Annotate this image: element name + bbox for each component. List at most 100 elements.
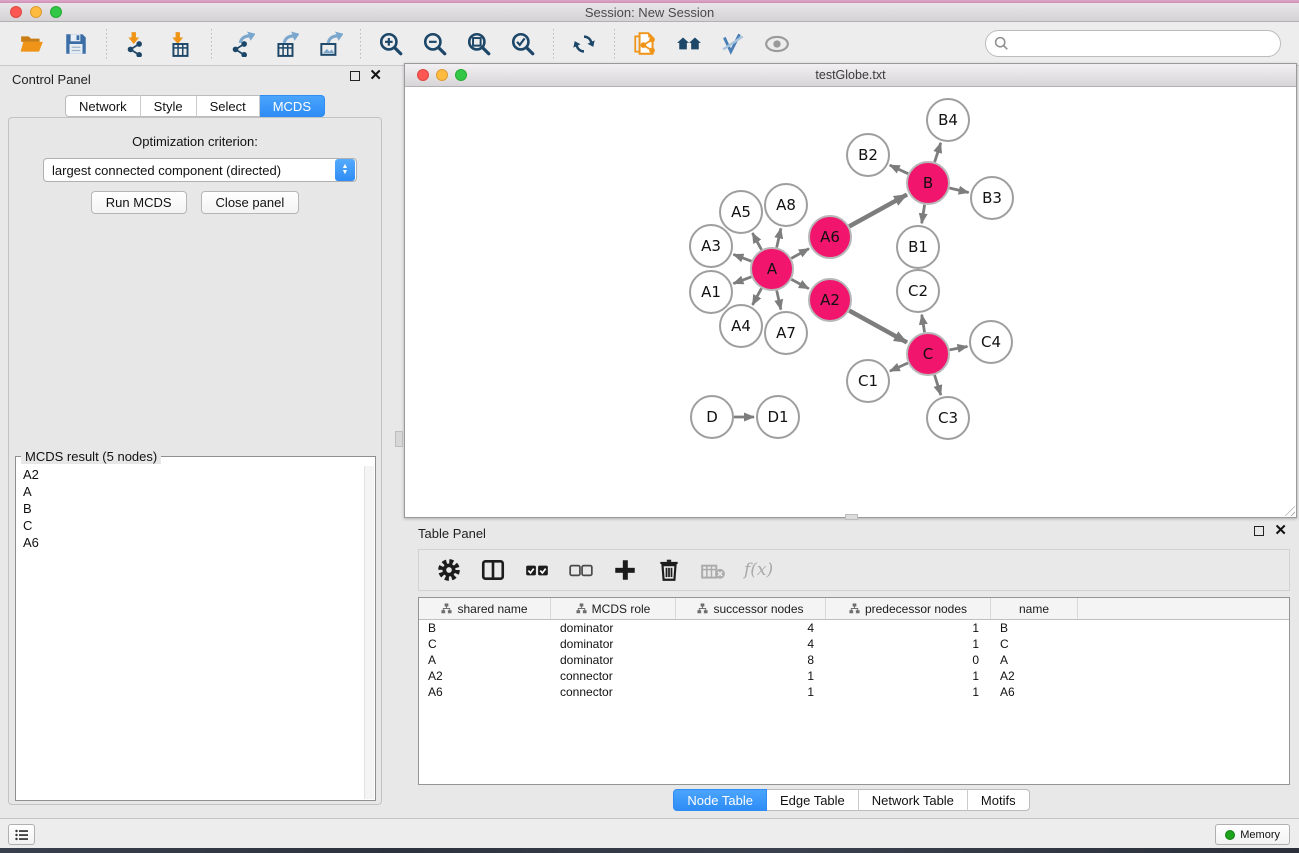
- column-header[interactable]: name: [991, 598, 1078, 619]
- network-node-C1[interactable]: C1: [847, 360, 889, 402]
- table-cell[interactable]: A2: [991, 669, 1078, 683]
- column-header[interactable]: predecessor nodes: [826, 598, 991, 619]
- mcds-result-item[interactable]: A6: [17, 534, 364, 551]
- network-node-A4[interactable]: A4: [720, 305, 762, 347]
- column-header[interactable]: shared name: [419, 598, 551, 619]
- divider-thumb-bottom[interactable]: [845, 514, 858, 520]
- add-button[interactable]: [612, 557, 638, 583]
- network-edge[interactable]: [849, 311, 907, 343]
- refresh-button[interactable]: [569, 29, 599, 59]
- network-window-titlebar[interactable]: testGlobe.txt: [405, 64, 1296, 87]
- import-network-button[interactable]: [122, 29, 152, 59]
- table-cell[interactable]: 1: [826, 685, 991, 699]
- close-panel-icon[interactable]: ✕: [369, 71, 382, 81]
- network-node-A7[interactable]: A7: [765, 312, 807, 354]
- network-node-B4[interactable]: B4: [927, 99, 969, 141]
- open-network-file-button[interactable]: [630, 29, 660, 59]
- table-row[interactable]: Cdominator41C: [419, 636, 1289, 652]
- table-cell[interactable]: 4: [676, 621, 826, 635]
- hide-selected-button[interactable]: [718, 29, 748, 59]
- mcds-result-item[interactable]: A: [17, 483, 364, 500]
- mcds-list-scrollbar[interactable]: [364, 466, 374, 799]
- deselect-all-button[interactable]: [568, 557, 594, 583]
- network-node-A5[interactable]: A5: [720, 191, 762, 233]
- network-edge[interactable]: [890, 363, 908, 371]
- network-node-A8[interactable]: A8: [765, 184, 807, 226]
- divider-thumb-left[interactable]: [395, 431, 403, 447]
- mcds-result-item[interactable]: C: [17, 517, 364, 534]
- network-node-B2[interactable]: B2: [847, 134, 889, 176]
- table-tab-node-table[interactable]: Node Table: [673, 789, 767, 811]
- table-row[interactable]: Bdominator41B: [419, 620, 1289, 636]
- network-edge[interactable]: [890, 165, 908, 174]
- network-edge[interactable]: [949, 188, 968, 193]
- network-node-A3[interactable]: A3: [690, 225, 732, 267]
- table-cell[interactable]: 4: [676, 637, 826, 651]
- table-row[interactable]: A2connector11A2: [419, 668, 1289, 684]
- table-cell[interactable]: C: [991, 637, 1078, 651]
- criterion-select[interactable]: largest connected component (directed) ▲…: [43, 158, 357, 182]
- network-edge[interactable]: [752, 233, 761, 250]
- network-edge[interactable]: [791, 279, 808, 288]
- table-cell[interactable]: dominator: [551, 621, 676, 635]
- network-edge[interactable]: [849, 195, 907, 227]
- columns-button[interactable]: [480, 557, 506, 583]
- table-cell[interactable]: 1: [676, 669, 826, 683]
- table-cell[interactable]: 8: [676, 653, 826, 667]
- table-cell[interactable]: C: [419, 637, 551, 651]
- save-session-button[interactable]: [61, 29, 91, 59]
- network-edge[interactable]: [922, 205, 925, 224]
- table-tab-edge-table[interactable]: Edge Table: [767, 789, 859, 811]
- tab-mcds[interactable]: MCDS: [260, 95, 325, 117]
- network-edge[interactable]: [950, 346, 968, 349]
- network-node-C4[interactable]: C4: [970, 321, 1012, 363]
- network-edge[interactable]: [777, 228, 781, 247]
- network-edge[interactable]: [935, 143, 941, 162]
- table-cell[interactable]: dominator: [551, 653, 676, 667]
- zoom-fit-button[interactable]: [464, 29, 494, 59]
- network-edge[interactable]: [935, 375, 941, 395]
- network-node-A[interactable]: A: [751, 248, 793, 290]
- export-image-button[interactable]: [315, 29, 345, 59]
- table-cell[interactable]: A6: [419, 685, 551, 699]
- export-table-button[interactable]: [271, 29, 301, 59]
- memory-button[interactable]: Memory: [1215, 824, 1290, 845]
- table-cell[interactable]: A6: [991, 685, 1078, 699]
- home-view-button[interactable]: [674, 29, 704, 59]
- network-node-D[interactable]: D: [691, 396, 733, 438]
- zoom-selected-button[interactable]: [508, 29, 538, 59]
- run-mcds-button[interactable]: Run MCDS: [91, 191, 187, 214]
- zoom-in-button[interactable]: [376, 29, 406, 59]
- network-canvas[interactable]: AA6A2BCA1A3A4A5A7A8B1B2B3B4C1C2C3C4DD1: [405, 87, 1296, 517]
- network-edge[interactable]: [922, 315, 925, 333]
- table-tab-network-table[interactable]: Network Table: [859, 789, 968, 811]
- task-history-button[interactable]: [8, 824, 35, 845]
- gear-button[interactable]: [436, 557, 462, 583]
- open-file-button[interactable]: [17, 29, 47, 59]
- select-all-button[interactable]: [524, 557, 550, 583]
- table-float-icon[interactable]: [1254, 526, 1264, 536]
- float-panel-icon[interactable]: [350, 71, 360, 81]
- table-row[interactable]: Adominator80A: [419, 652, 1289, 668]
- mcds-result-item[interactable]: A2: [17, 466, 364, 483]
- delete-button[interactable]: [656, 557, 682, 583]
- network-node-D1[interactable]: D1: [757, 396, 799, 438]
- table-cell[interactable]: connector: [551, 669, 676, 683]
- network-edge[interactable]: [752, 288, 761, 305]
- table-row[interactable]: A6connector11A6: [419, 684, 1289, 700]
- network-node-A2[interactable]: A2: [809, 279, 851, 321]
- table-cell[interactable]: 1: [826, 669, 991, 683]
- table-cell[interactable]: 1: [826, 621, 991, 635]
- close-panel-button[interactable]: Close panel: [201, 191, 300, 214]
- table-cell[interactable]: 1: [676, 685, 826, 699]
- table-cell[interactable]: dominator: [551, 637, 676, 651]
- tab-network[interactable]: Network: [65, 95, 141, 117]
- zoom-out-button[interactable]: [420, 29, 450, 59]
- search-input[interactable]: [985, 30, 1281, 57]
- table-cell[interactable]: B: [991, 621, 1078, 635]
- tab-select[interactable]: Select: [197, 95, 260, 117]
- table-tab-motifs[interactable]: Motifs: [968, 789, 1030, 811]
- network-node-B[interactable]: B: [907, 162, 949, 204]
- table-cell[interactable]: B: [419, 621, 551, 635]
- network-edge[interactable]: [791, 249, 809, 259]
